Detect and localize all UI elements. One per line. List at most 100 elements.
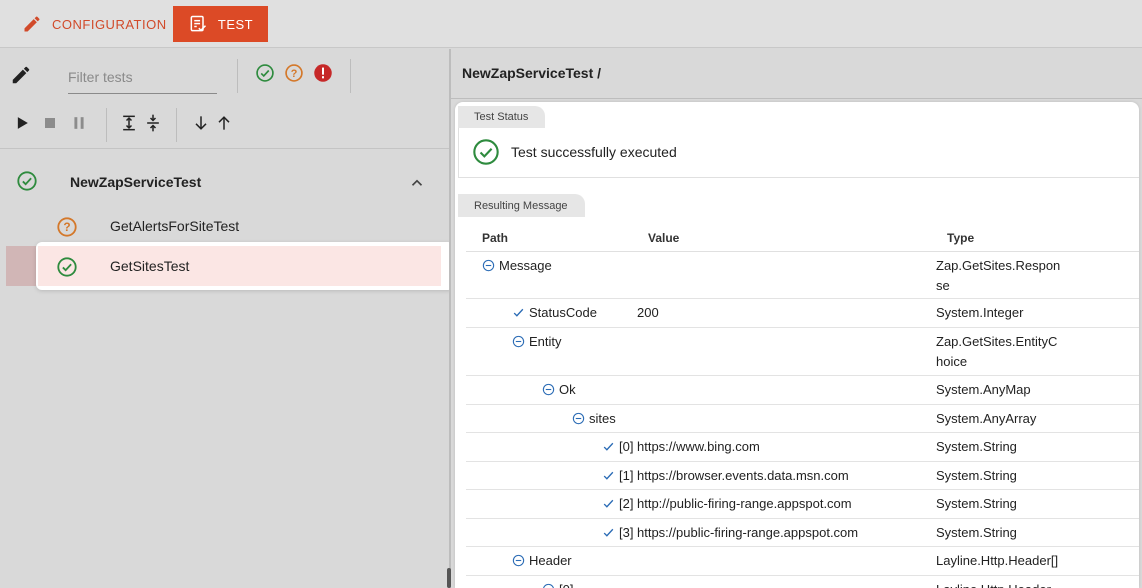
table-row[interactable]: sites System.AnyArray xyxy=(466,405,1139,433)
filter-unknown-icon[interactable]: ? xyxy=(284,63,304,88)
path-text: [0] xyxy=(619,439,634,454)
check-icon xyxy=(602,526,615,539)
test-tree-panel: ? xyxy=(0,49,454,588)
path-text: Entity xyxy=(529,334,562,349)
check-icon xyxy=(602,469,615,482)
pencil-icon xyxy=(24,16,40,32)
table-row[interactable]: [3] https://public-firing-range.appspot.c… xyxy=(466,519,1139,547)
test-document-icon xyxy=(190,15,206,32)
table-row[interactable]: [0] https://www.bing.com System.String xyxy=(466,433,1139,462)
expand-all-icon[interactable] xyxy=(119,113,139,138)
collapse-node-icon[interactable] xyxy=(542,583,555,588)
path-cell: [1] xyxy=(602,466,633,486)
collapse-node-icon[interactable] xyxy=(512,554,525,567)
value-cell: https://browser.events.data.msn.com xyxy=(637,468,849,483)
stop-button[interactable] xyxy=(40,113,60,138)
value-cell: https://www.bing.com xyxy=(637,439,760,454)
table-row[interactable]: [1] https://browser.events.data.msn.com Sy… xyxy=(466,462,1139,490)
collapse-node-icon[interactable] xyxy=(482,259,495,272)
selection-indicator xyxy=(6,246,36,286)
arrow-down-icon[interactable] xyxy=(191,113,211,138)
resulting-message-tab: Resulting Message xyxy=(458,194,585,217)
path-text: [3] xyxy=(619,525,634,540)
tree-item-getsitestest[interactable]: GetSitesTest xyxy=(38,246,441,286)
path-text: sites xyxy=(589,411,616,426)
tree-item-getalertsforsitetest[interactable]: ? GetAlertsForSiteTest xyxy=(38,206,441,246)
path-text: Header xyxy=(529,553,572,568)
path-text: [2] xyxy=(619,496,634,511)
table-row[interactable]: Message Zap.GetSites.Response xyxy=(466,252,1139,299)
table-row[interactable]: Ok System.AnyMap xyxy=(466,376,1139,405)
check-icon xyxy=(512,306,525,319)
tab-test-label: TEST xyxy=(217,16,254,32)
column-header-type: Type xyxy=(947,231,975,245)
path-cell: [3] xyxy=(602,523,633,543)
collapse-node-icon[interactable] xyxy=(542,383,555,396)
check-icon xyxy=(602,440,615,453)
collapse-node-icon[interactable] xyxy=(512,335,525,348)
tree-item-label: GetSitesTest xyxy=(110,258,190,274)
passed-icon xyxy=(56,256,78,283)
filter-tests-input[interactable] xyxy=(68,61,217,94)
path-cell: [0] xyxy=(542,580,573,588)
chevron-up-icon[interactable] xyxy=(408,174,426,197)
path-cell: sites xyxy=(572,409,616,429)
svg-text:?: ? xyxy=(291,68,298,80)
divider xyxy=(350,59,351,93)
test-status-box: Test successfully executed xyxy=(458,128,1139,178)
filter-passed-icon[interactable] xyxy=(255,63,275,88)
type-cell: System.Integer xyxy=(936,305,1024,320)
arrow-up-icon[interactable] xyxy=(214,113,234,138)
play-button[interactable] xyxy=(12,113,32,138)
type-cell: System.String xyxy=(936,439,1017,454)
table-row[interactable]: Header Layline.Http.Header[] xyxy=(466,547,1139,576)
tab-test[interactable]: TEST xyxy=(173,6,268,42)
check-icon xyxy=(602,497,615,510)
type-cell: Zap.GetSites.EntityChoice xyxy=(936,334,1058,369)
edit-icon[interactable] xyxy=(10,64,32,91)
divider xyxy=(106,108,107,142)
svg-text:?: ? xyxy=(63,220,70,234)
path-cell: StatusCode xyxy=(512,303,597,323)
tree-item-newzapservicetest[interactable]: NewZapServiceTest xyxy=(0,166,449,198)
top-bar: CONFIGURATION TEST xyxy=(0,0,1142,48)
type-cell: System.AnyMap xyxy=(936,382,1031,397)
unknown-status-icon: ? xyxy=(56,216,78,243)
path-text: Message xyxy=(499,258,552,273)
table-row[interactable]: [0] Layline.Http.Header xyxy=(466,576,1139,588)
column-header-path: Path xyxy=(482,231,509,245)
path-cell: Ok xyxy=(542,380,576,400)
breadcrumb: NewZapServiceTest / xyxy=(462,65,602,81)
filter-toolbar: ? xyxy=(0,49,449,99)
divider xyxy=(176,108,177,142)
divider xyxy=(237,59,238,93)
collapse-all-icon[interactable] xyxy=(143,113,163,138)
type-cell: System.String xyxy=(936,496,1017,511)
result-card: Test Status Test successfully executed R… xyxy=(455,102,1139,588)
type-cell: Zap.GetSites.Response xyxy=(936,258,1061,293)
success-icon xyxy=(472,138,500,171)
table-row[interactable]: StatusCode 200 System.Integer xyxy=(466,299,1139,328)
value-cell: 200 xyxy=(637,305,659,320)
path-text: [1] xyxy=(619,468,634,483)
divider xyxy=(451,98,1142,99)
path-cell: [2] xyxy=(602,494,633,514)
path-cell: [0] xyxy=(602,437,633,457)
table-row[interactable]: [2] http://public-firing-range.appspot.co… xyxy=(466,490,1139,519)
table-row[interactable]: Entity Zap.GetSites.EntityChoice xyxy=(466,328,1139,376)
collapse-node-icon[interactable] xyxy=(572,412,585,425)
path-text: Ok xyxy=(559,382,576,397)
status-message: Test successfully executed xyxy=(511,144,677,160)
run-toolbar xyxy=(0,99,449,149)
pause-button[interactable] xyxy=(69,113,89,138)
filter-error-icon[interactable] xyxy=(313,63,333,88)
passed-icon xyxy=(16,170,38,197)
path-text: [0] xyxy=(559,580,573,588)
value-cell: http://public-firing-range.appspot.com xyxy=(637,496,852,511)
value-cell: https://public-firing-range.appspot.com xyxy=(637,525,859,540)
path-text: StatusCode xyxy=(529,305,597,320)
type-cell: Layline.Http.Header xyxy=(936,580,1062,588)
tab-configuration-label: CONFIGURATION xyxy=(52,16,167,32)
path-cell: Message xyxy=(482,256,552,276)
tab-configuration[interactable]: CONFIGURATION xyxy=(22,6,167,42)
